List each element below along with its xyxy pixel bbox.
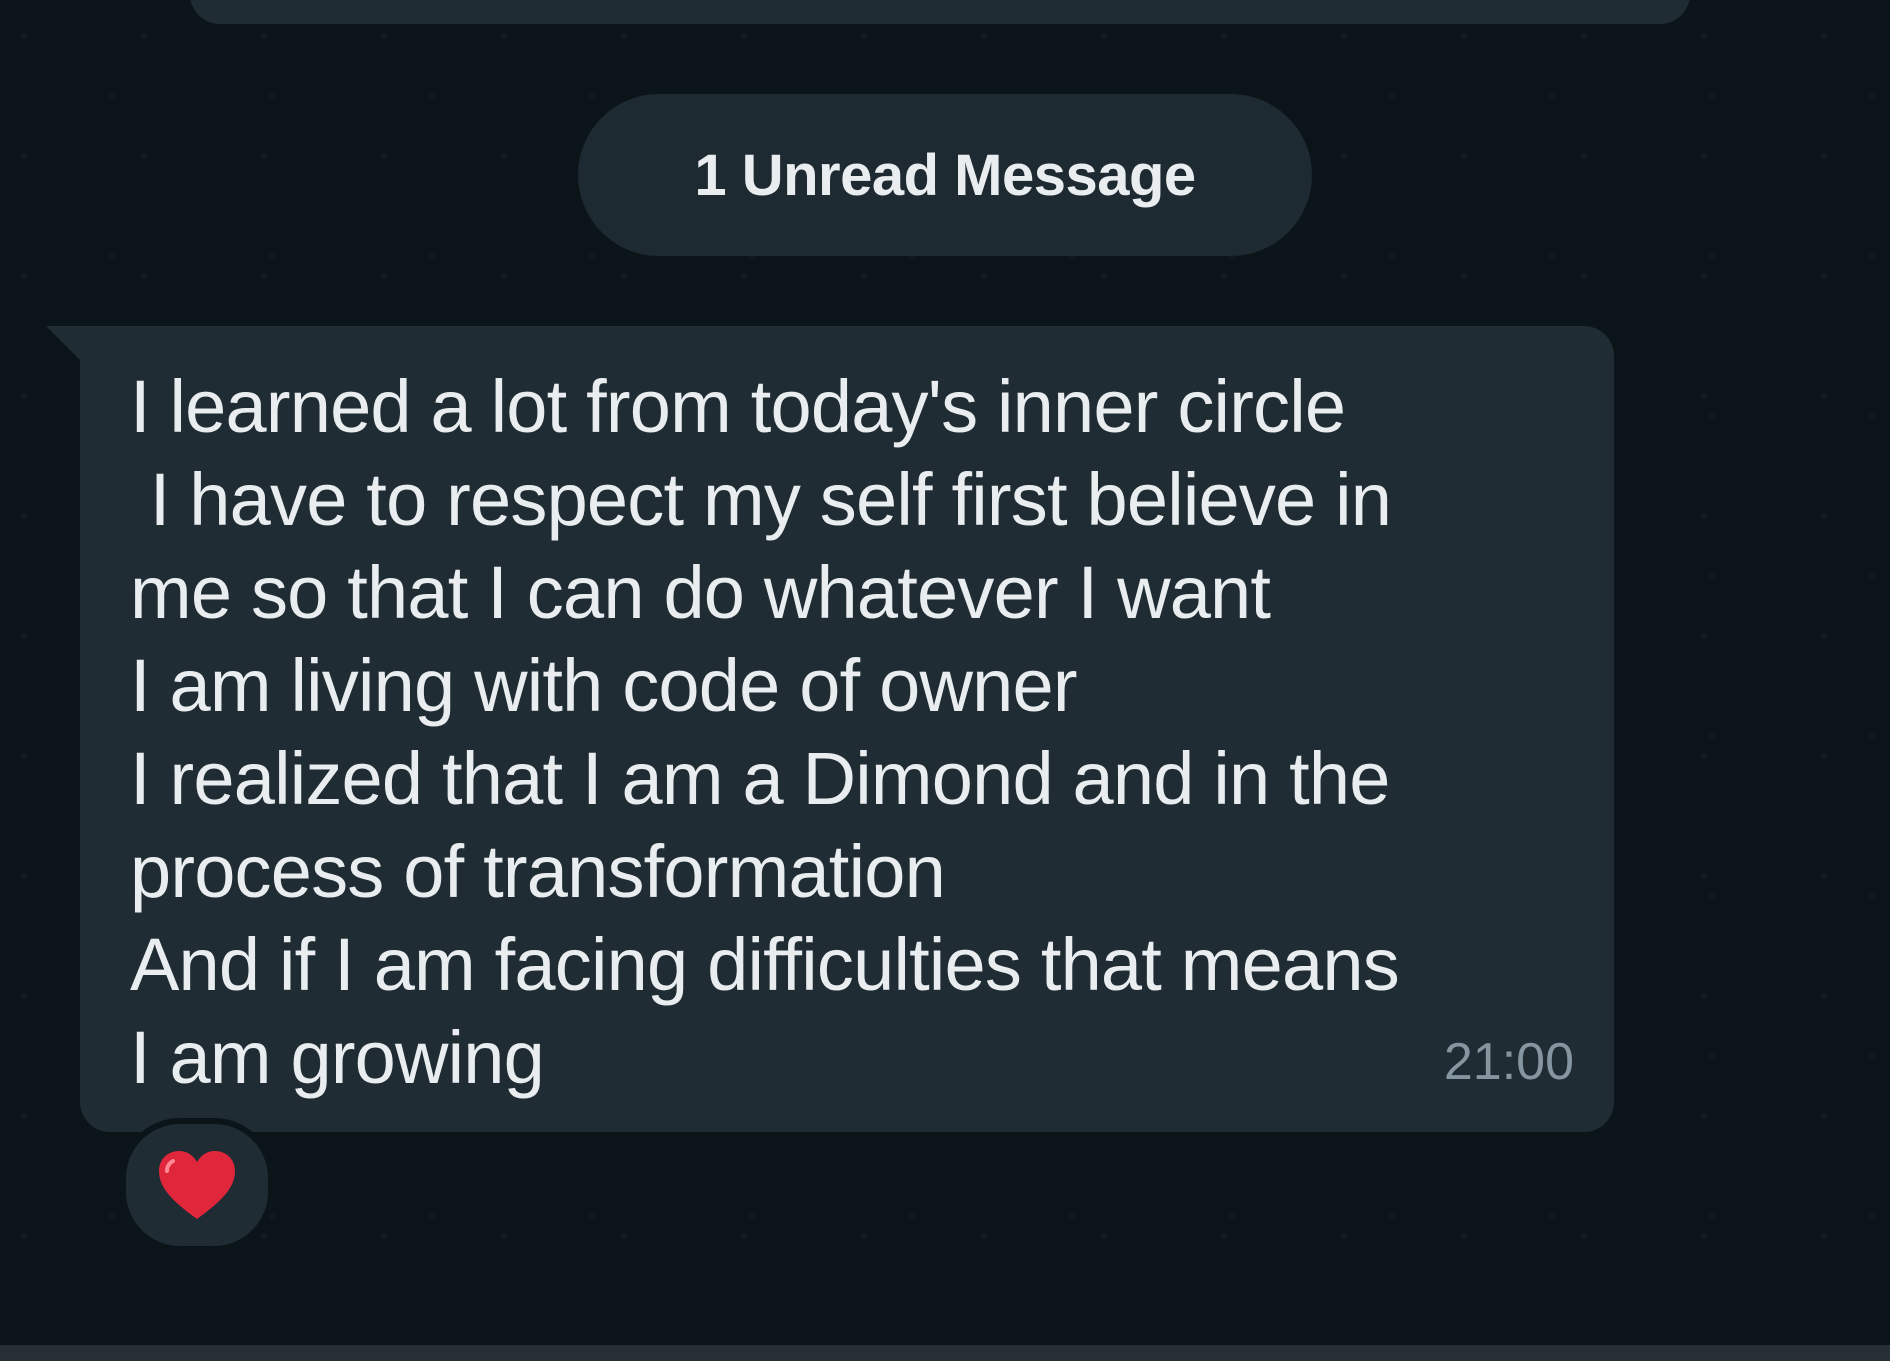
message-line: process of transformation <box>130 830 946 913</box>
message-reaction[interactable] <box>120 1118 274 1252</box>
previous-message-bubble-edge <box>190 0 1690 24</box>
incoming-message-bubble[interactable]: I learned a lot from today's inner circl… <box>80 326 1614 1132</box>
message-line: I have to respect my self first believe … <box>130 458 1392 541</box>
message-timestamp: 21:00 <box>1443 1033 1574 1091</box>
unread-messages-label: 1 Unread Message <box>694 142 1196 208</box>
bottom-edge-strip <box>0 1345 1890 1361</box>
red-heart-icon <box>159 1151 235 1219</box>
message-bubble-tail <box>46 326 82 362</box>
message-line: I am living with code of owner <box>130 644 1077 727</box>
message-text: I learned a lot from today's inner circl… <box>130 360 1570 1104</box>
message-line: me so that I can do whatever I want <box>130 551 1271 634</box>
message-line: I learned a lot from today's inner circl… <box>130 365 1346 448</box>
chat-background: 1 Unread Message I learned a lot from to… <box>0 0 1890 1361</box>
message-line: I realized that I am a Dimond and in the <box>130 737 1390 820</box>
message-line: And if I am facing difficulties that mea… <box>130 923 1400 1006</box>
unread-messages-divider: 1 Unread Message <box>578 94 1312 256</box>
message-line: I am growing <box>130 1016 545 1099</box>
